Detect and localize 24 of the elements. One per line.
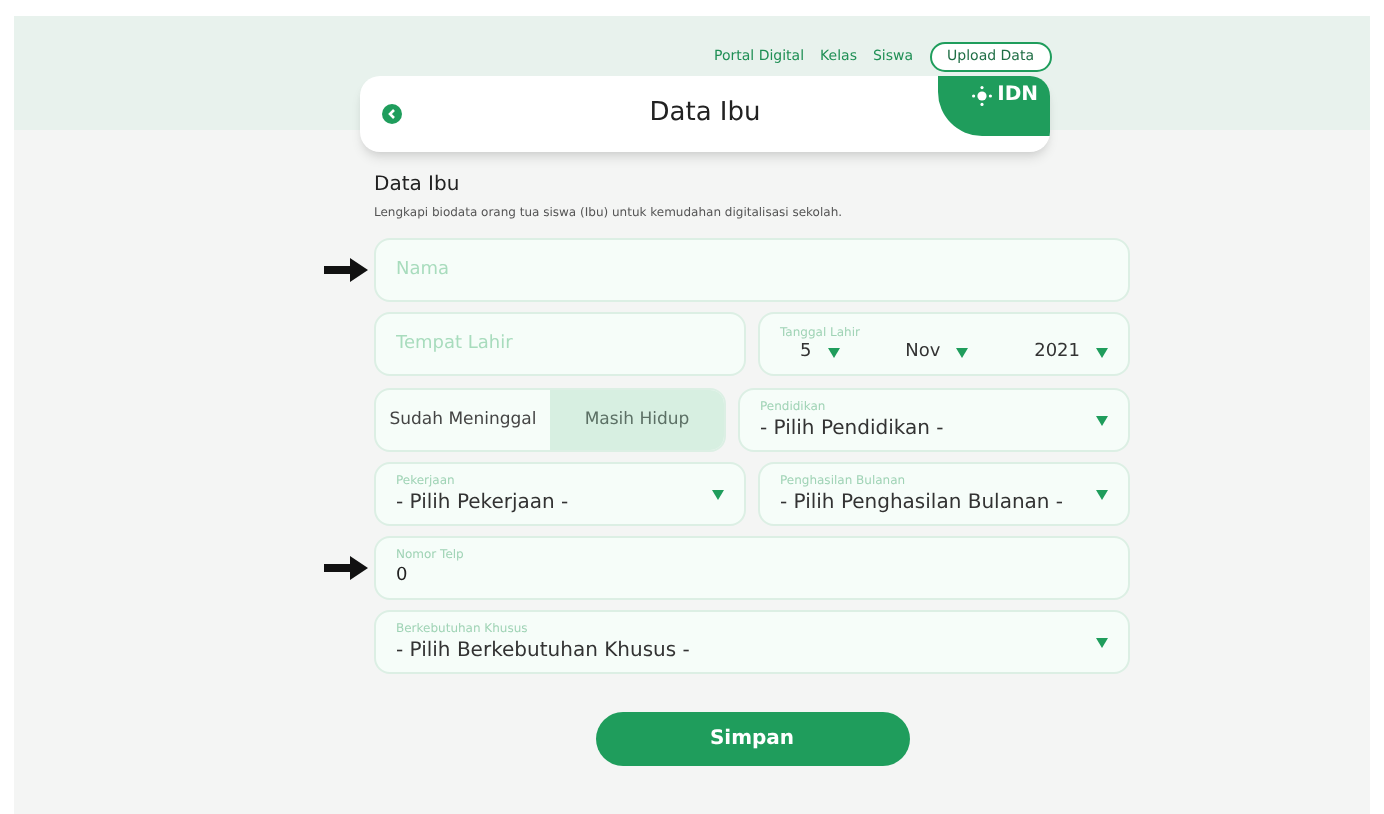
birthplace-field[interactable]: Tempat Lahir xyxy=(374,312,746,376)
logo-text: IDN xyxy=(997,86,1038,106)
date-select[interactable]: 2021 xyxy=(1014,343,1108,361)
caret-icon xyxy=(1096,347,1108,357)
select-value: - Pilih Berkebutuhan Khusus - xyxy=(396,641,690,661)
back-icon[interactable] xyxy=(382,104,402,124)
date-select[interactable]: Nov xyxy=(885,343,969,361)
select-value: - Pilih Penghasilan Bulanan - xyxy=(780,493,1064,513)
status-toggle[interactable]: Sudah Meninggal xyxy=(376,390,550,450)
section-title: Data Ibu xyxy=(374,172,462,200)
select-value: - Pilih Pekerjaan - xyxy=(396,493,569,513)
caret-icon xyxy=(712,489,724,499)
name-field[interactable]: Nama xyxy=(374,238,1130,302)
select-value: - Pilih Pendidikan - xyxy=(760,419,944,439)
phone-value: 0 xyxy=(396,568,410,586)
caret-icon xyxy=(1096,489,1108,499)
caret-icon xyxy=(827,347,840,357)
status-toggle[interactable]: Masih Hidup xyxy=(550,390,724,450)
sun-icon xyxy=(971,86,992,106)
page-title: Data Ibu xyxy=(649,96,761,133)
date-select[interactable]: 5 xyxy=(780,343,840,361)
caret-icon xyxy=(956,347,969,357)
caret-icon xyxy=(1096,415,1108,425)
caret-icon xyxy=(1096,637,1108,647)
